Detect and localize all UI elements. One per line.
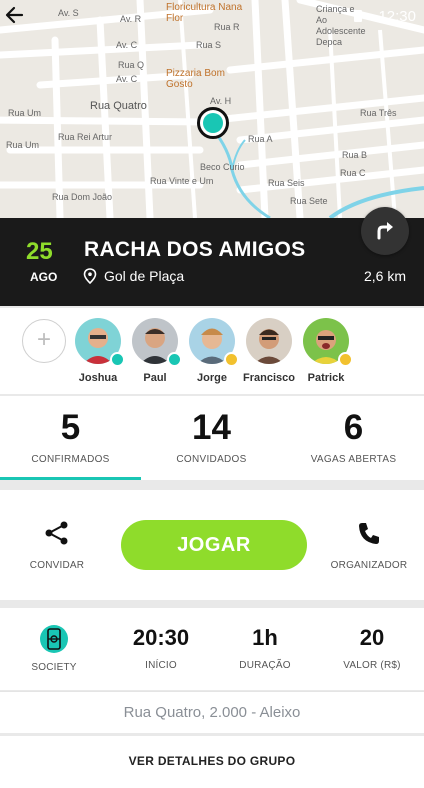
player-avatar-francisco[interactable]: Francisco <box>239 318 299 384</box>
directions-button[interactable] <box>361 207 409 255</box>
address-text: Rua Quatro, 2.000 - Aleixo <box>123 704 301 721</box>
map-label: Rua Sete <box>290 196 328 206</box>
add-player-button[interactable]: + <box>22 319 66 363</box>
crown-badge-icon <box>167 352 182 367</box>
active-tab-indicator <box>0 477 141 480</box>
field-type-label: SOCIETY <box>31 662 77 673</box>
duration-label: DURAÇÃO <box>239 660 291 671</box>
price: 20 VALOR (R$) <box>322 624 422 671</box>
start-time-value: 20:30 <box>132 625 190 650</box>
location-marker-icon <box>83 268 97 284</box>
start-time: 20:30 INÍCIO <box>111 624 211 671</box>
player-avatar-paul[interactable]: Paul <box>125 318 185 384</box>
player-avatar-patrick[interactable]: Patrick <box>296 318 356 384</box>
event-day: 25 <box>26 238 53 265</box>
address-row[interactable]: Rua Quatro, 2.000 - Aleixo <box>0 691 424 733</box>
player-avatar-jorge[interactable]: Jorge <box>182 318 242 384</box>
price-value: 20 <box>359 625 385 650</box>
player-name: Joshua <box>78 372 118 384</box>
coin-badge-icon <box>338 352 353 367</box>
player-name: Francisco <box>243 372 295 384</box>
tab-open-spots[interactable]: 6 VAGAS ABERTAS <box>283 408 424 465</box>
map-label: Av. H <box>210 96 232 106</box>
actions-row: CONVIDAR JOGAR ORGANIZADOR <box>0 490 424 600</box>
confirmed-label: CONFIRMADOS <box>31 454 110 465</box>
status-bar: 12:30 <box>0 0 424 32</box>
map-label: Rua Dom João <box>52 192 113 202</box>
start-time-label: INÍCIO <box>145 660 177 671</box>
map-label: Rua Seis <box>268 178 305 188</box>
invite-label: CONVIDAR <box>29 560 85 571</box>
map-label: Rua C <box>340 168 366 178</box>
group-details-link[interactable]: VER DETALHES DO GRUPO <box>0 736 424 788</box>
map-label: Rua A <box>248 134 273 144</box>
player-name: Patrick <box>307 372 345 384</box>
match-info: SOCIETY 20:30 INÍCIO 1h DURAÇÃO 20 VALOR… <box>0 608 424 690</box>
location-pin-icon[interactable] <box>197 107 229 139</box>
stats-tabs: 5 CONFIRMADOS 14 CONVIDADOS 6 VAGAS ABER… <box>0 396 424 480</box>
coin-badge-icon <box>224 352 239 367</box>
player-name: Paul <box>143 372 167 384</box>
crown-badge-icon <box>110 352 125 367</box>
map-poi-pizzeria[interactable]: Pizzaria Bom Gosto <box>166 68 226 90</box>
map-label: Av. C <box>116 40 138 50</box>
invite-button[interactable]: CONVIDAR <box>12 520 102 571</box>
player-name: Jorge <box>197 372 227 384</box>
event-month: AGO <box>30 270 58 284</box>
map-label: Rua Um <box>6 140 40 150</box>
avatar <box>246 318 292 364</box>
open-spots-label: VAGAS ABERTAS <box>310 454 397 465</box>
map-label: Rua Rei Artur <box>58 132 113 142</box>
group-details-label: VER DETALHES DO GRUPO <box>128 754 296 768</box>
event-distance: 2,6 km <box>363 268 406 284</box>
map-label: Rua Q <box>118 60 145 70</box>
duration: 1h DURAÇÃO <box>215 624 315 671</box>
map-label: Rua Vinte e Um <box>150 176 214 186</box>
play-button[interactable]: JOGAR <box>121 520 307 570</box>
directions-icon <box>377 222 393 240</box>
players-row: + Joshua Paul Jorge Francisco Patrick <box>0 308 424 394</box>
tab-invited[interactable]: 14 CONVIDADOS <box>141 408 282 465</box>
price-label: VALOR (R$) <box>343 660 401 671</box>
field-icon <box>40 625 68 653</box>
player-avatar-joshua[interactable]: Joshua <box>68 318 128 384</box>
back-arrow-icon[interactable] <box>0 0 30 30</box>
event-place[interactable]: Gol de Plaça <box>104 268 184 284</box>
field-type: SOCIETY <box>4 624 104 673</box>
confirmed-count: 5 <box>60 408 81 447</box>
invited-count: 14 <box>192 408 231 447</box>
map-label: Beco Curio <box>200 162 245 172</box>
map-view[interactable]: Av. S Av. R Av. C Rua Q Av. C Rua S Av. … <box>0 0 424 218</box>
phone-icon <box>359 523 379 544</box>
open-spots-count: 6 <box>343 408 364 447</box>
organizer-label: ORGANIZADOR <box>330 560 408 571</box>
map-label: Rua Três <box>360 108 397 118</box>
share-icon <box>45 521 68 545</box>
invited-label: CONVIDADOS <box>176 454 247 465</box>
map-label: Rua S <box>196 40 222 50</box>
map-label: Av. C <box>116 74 138 84</box>
map-label: Rua Quatro <box>90 100 147 112</box>
organizer-button[interactable]: ORGANIZADOR <box>324 520 414 571</box>
map-label: Rua B <box>342 150 368 160</box>
map-label: Rua Um <box>8 108 42 118</box>
duration-value: 1h <box>252 625 278 650</box>
tab-confirmed[interactable]: 5 CONFIRMADOS <box>0 408 141 465</box>
event-title: RACHA DOS AMIGOS <box>84 238 306 261</box>
battery-icon <box>354 10 362 22</box>
status-time: 12:30 <box>378 8 416 25</box>
